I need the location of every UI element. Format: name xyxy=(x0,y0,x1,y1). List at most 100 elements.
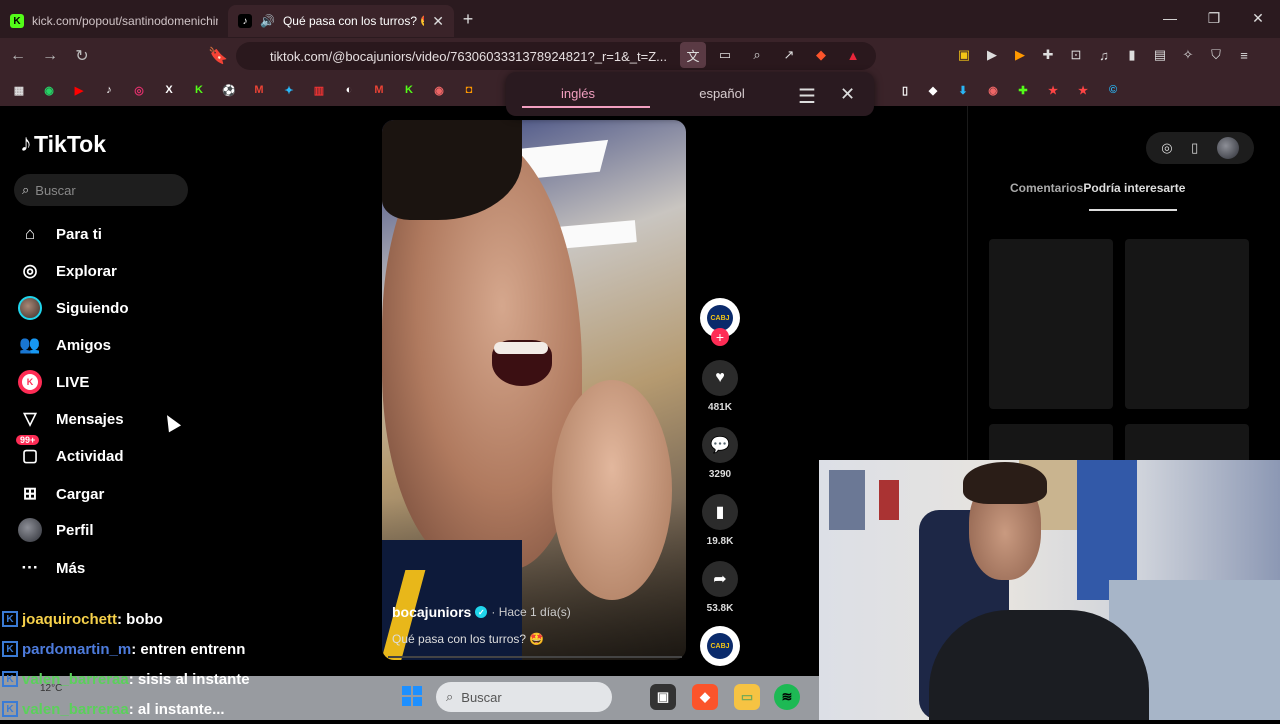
bookmark-icon[interactable]: 🔖 xyxy=(204,42,232,70)
chat-text: : al instante... xyxy=(128,700,225,718)
nav-siguiendo[interactable]: Siguiendo xyxy=(18,296,129,320)
apps-grid-icon[interactable]: ▦ xyxy=(8,79,30,101)
nav-amigos[interactable]: 👥 Amigos xyxy=(18,333,111,357)
translate-menu-icon[interactable]: ☰ xyxy=(798,84,816,109)
forward-icon[interactable]: → xyxy=(36,42,64,70)
star-icon[interactable]: ★ xyxy=(1042,79,1064,101)
friends-icon: 👥 xyxy=(19,335,41,354)
menu-icon[interactable]: ≡ xyxy=(1232,42,1256,68)
download-icon[interactable]: ⬇ xyxy=(952,79,974,101)
soccer-icon[interactable]: ⚽ xyxy=(218,79,240,101)
translate-close-icon[interactable]: ✕ xyxy=(840,84,855,105)
bookmark-save-icon[interactable]: ▮ xyxy=(702,494,738,530)
record-icon-2[interactable]: ◉ xyxy=(982,79,1004,101)
diamond-icon[interactable]: ◆ xyxy=(922,79,944,101)
translate-icon[interactable]: 文 xyxy=(680,42,706,68)
home-icon: ⌂ xyxy=(24,224,36,243)
cast-icon[interactable]: ▭ xyxy=(712,42,738,68)
nav-explorar[interactable]: ◎ Explorar xyxy=(18,259,117,283)
comment-count: 3290 xyxy=(708,469,732,480)
user-avatar[interactable] xyxy=(1216,137,1239,159)
bookmark-icon-blue[interactable]: ✦ xyxy=(278,79,300,101)
spotify-icon[interactable]: ≋ xyxy=(774,684,800,710)
reload-icon[interactable]: ↻ xyxy=(68,42,96,70)
vpn-icon[interactable]: ⛉ xyxy=(1204,42,1228,68)
translate-tab-espanol[interactable]: español xyxy=(650,72,794,116)
share-icon[interactable]: ↗ xyxy=(776,42,802,68)
close-tab-icon[interactable]: ✕ xyxy=(432,13,444,30)
nav-cargar[interactable]: ⊞ Cargar xyxy=(18,482,104,506)
compass-small-icon[interactable]: ◎ xyxy=(1161,140,1172,156)
phone-icon[interactable]: ▯ xyxy=(1191,140,1198,156)
record-icon[interactable]: ◉ xyxy=(428,79,450,101)
video-player[interactable]: bocajuniors ✓ · Hace 1 día(s) Qué pasa c… xyxy=(382,120,686,660)
tab-kick[interactable]: K kick.com/popout/santinodomenichini xyxy=(0,5,228,37)
instagram-icon[interactable]: ◎ xyxy=(128,79,150,101)
nav-actividad[interactable]: ▢ 99+ Actividad xyxy=(16,435,124,468)
back-icon[interactable]: ← xyxy=(4,42,32,70)
new-tab-button[interactable]: + xyxy=(454,9,482,30)
play-orange-icon[interactable]: ▶ xyxy=(1008,42,1032,68)
x-icon[interactable]: X xyxy=(158,79,180,101)
stats-icon[interactable]: ▥ xyxy=(308,79,330,101)
nav-mas[interactable]: ··· Más xyxy=(18,556,86,580)
task-view-icon[interactable]: ▣ xyxy=(650,684,676,710)
right-panel-toolbar: ◎ ▯ xyxy=(1146,132,1254,164)
tiktok-bookmark-icon[interactable]: ♪ xyxy=(98,79,120,101)
restore-icon[interactable]: ❐ xyxy=(1192,0,1236,36)
circle-c-icon[interactable]: © xyxy=(1102,79,1124,101)
suggestion-card[interactable] xyxy=(1125,239,1249,409)
brave-shield-icon[interactable]: ◆ xyxy=(808,42,834,68)
minimize-icon[interactable]: — xyxy=(1148,0,1192,36)
comment-icon[interactable]: 💬 xyxy=(702,427,738,463)
following-avatar-icon xyxy=(18,296,42,320)
leo-icon[interactable]: ✧ xyxy=(1176,42,1200,68)
tab-comentarios[interactable]: Comentarios xyxy=(1010,181,1083,195)
windows-start-icon[interactable] xyxy=(402,686,422,706)
translate-tab-ingles[interactable]: inglés xyxy=(506,72,650,116)
file-explorer-icon[interactable]: ▭ xyxy=(734,684,760,710)
whatsapp-icon[interactable]: ◉ xyxy=(38,79,60,101)
nav-mensajes[interactable]: ▽ Mensajes xyxy=(18,407,123,431)
play-extension-icon[interactable]: ▶ xyxy=(980,42,1004,68)
like-icon[interactable]: ♥ xyxy=(702,360,738,396)
profile-avatar-icon xyxy=(18,518,42,542)
screenshot-icon[interactable]: ⊡ xyxy=(1064,42,1088,68)
tiktok-logo[interactable]: ♪ TikTok xyxy=(20,130,106,158)
youtube-icon[interactable]: ▶ xyxy=(68,79,90,101)
audio-playing-icon[interactable]: 🔊 xyxy=(260,14,275,28)
nav-para-ti[interactable]: ⌂ Para ti xyxy=(18,222,102,246)
search-input[interactable]: ⌕ Buscar xyxy=(14,174,188,206)
shop-icon[interactable]: ◘ xyxy=(458,79,480,101)
kick-bookmark-icon[interactable]: K xyxy=(188,79,210,101)
taskbar-search-input[interactable]: ⌕ Buscar xyxy=(436,682,612,712)
follow-plus-icon[interactable]: + xyxy=(711,328,729,346)
nav-perfil[interactable]: Perfil xyxy=(18,518,94,542)
sound-disc-icon[interactable]: CABJ xyxy=(700,626,740,666)
gmail-icon-2[interactable]: M xyxy=(368,79,390,101)
sidebar-icon[interactable]: ▮ xyxy=(1120,42,1144,68)
suggestion-card[interactable] xyxy=(989,239,1113,409)
nav-live[interactable]: K LIVE xyxy=(18,370,89,394)
document-icon[interactable]: ▯ xyxy=(894,79,916,101)
chat-text: : sisis al instante xyxy=(128,670,250,688)
brave-rewards-icon[interactable]: ▲ xyxy=(840,42,866,68)
zoom-icon[interactable]: ⌕ xyxy=(744,42,770,68)
close-window-icon[interactable]: ✕ xyxy=(1236,0,1280,36)
star-icon-2[interactable]: ★ xyxy=(1072,79,1094,101)
brave-browser-icon[interactable]: ◆ xyxy=(692,684,718,710)
github-icon[interactable]: ◐ xyxy=(338,79,360,101)
live-icon: K xyxy=(18,370,42,394)
extension-green-icon[interactable]: ✚ xyxy=(1012,79,1034,101)
puzzle-icon[interactable]: ✚ xyxy=(1036,42,1060,68)
video-progress-bar[interactable] xyxy=(388,656,682,658)
video-username[interactable]: bocajuniors xyxy=(392,604,471,620)
wallet-icon[interactable]: ▤ xyxy=(1148,42,1172,68)
tab-tiktok[interactable]: ♪ 🔊 Qué pasa con los turros? 🤩 ✕ xyxy=(228,5,454,37)
tab-podria-interesarte[interactable]: Podría interesarte xyxy=(1083,181,1185,211)
gmail-icon[interactable]: M xyxy=(248,79,270,101)
extension-icon[interactable]: ▣ xyxy=(952,42,976,68)
share-arrow-icon[interactable]: ➦ xyxy=(702,561,738,597)
kick-bookmark-icon-2[interactable]: K xyxy=(398,79,420,101)
music-icon[interactable]: ♫ xyxy=(1092,42,1116,68)
